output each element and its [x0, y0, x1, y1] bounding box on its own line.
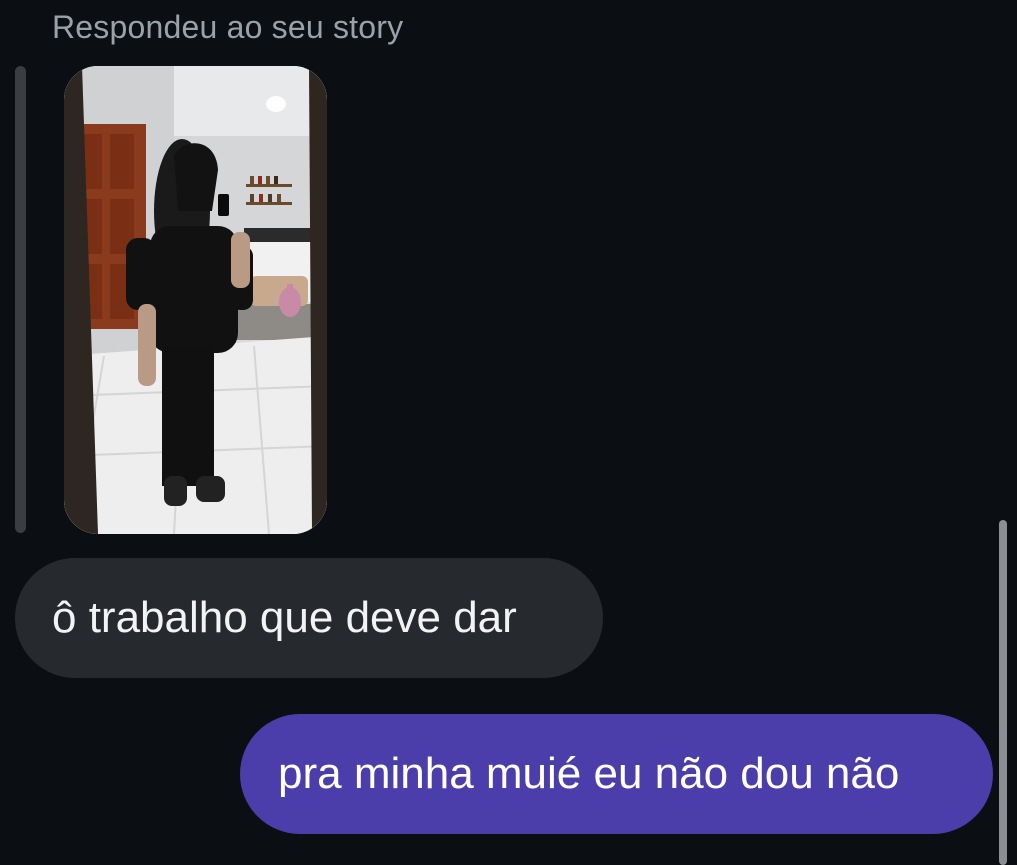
- mirror-selfie-photo: [64, 66, 327, 534]
- reply-indicator-bar: [15, 66, 26, 533]
- story-reply-label: Respondeu ao seu story: [52, 9, 404, 45]
- story-preview-image[interactable]: [64, 66, 327, 534]
- received-message[interactable]: ô trabalho que deve dar: [15, 558, 603, 678]
- scrollbar[interactable]: [999, 520, 1007, 865]
- sent-message[interactable]: pra minha muié eu não dou não: [240, 714, 993, 834]
- chat-thread: Respondeu ao seu story ô trabalho que de…: [0, 0, 1017, 865]
